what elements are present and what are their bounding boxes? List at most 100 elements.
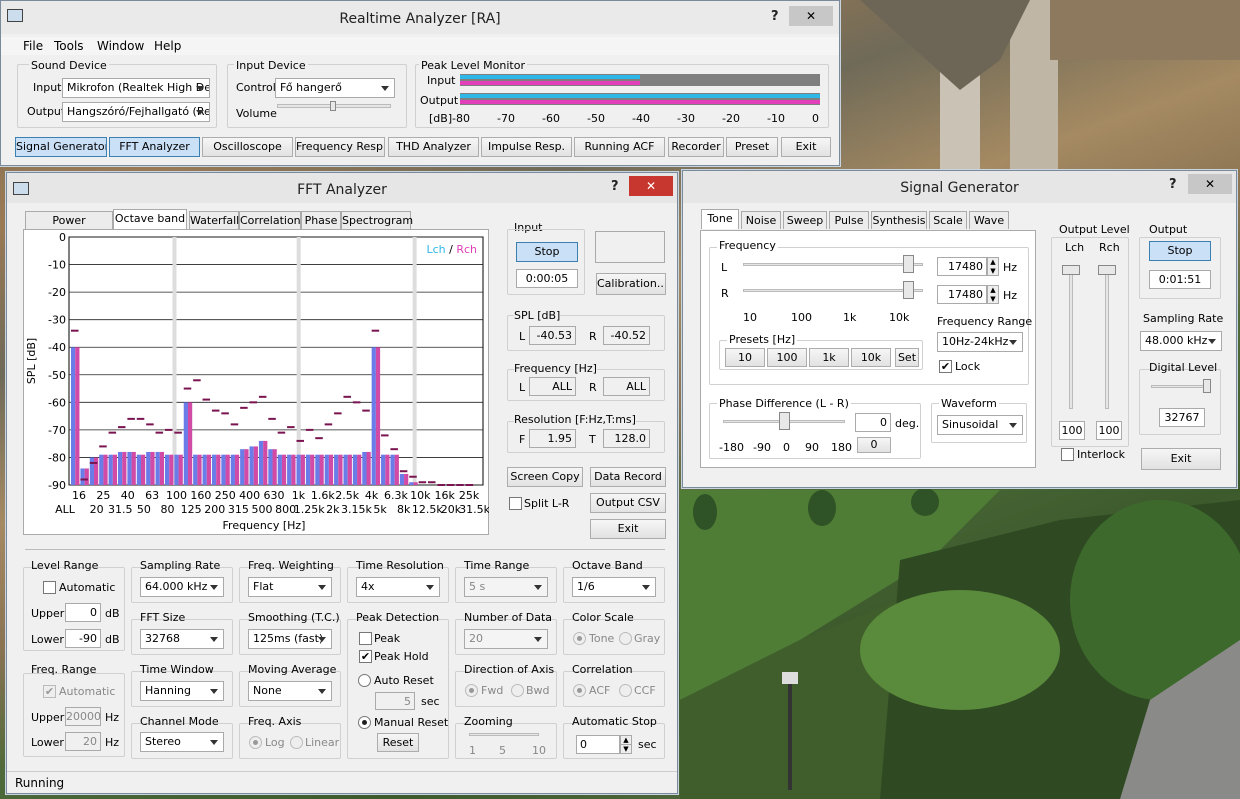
- manual-reset-radio[interactable]: [358, 716, 371, 729]
- freq-l-input[interactable]: 17480: [937, 257, 987, 276]
- peak-hold-checkbox[interactable]: ✔: [359, 650, 372, 663]
- freq-axis-log-radio[interactable]: [249, 736, 262, 749]
- freq-automatic-checkbox[interactable]: ✔: [43, 685, 56, 698]
- control-select[interactable]: Fő hangerő: [275, 78, 395, 98]
- automatic-stop-input[interactable]: 0: [576, 735, 620, 754]
- input-device-select[interactable]: Mikrofon (Realtek High De: [62, 78, 210, 98]
- fft-close-icon[interactable]: ✕: [629, 176, 673, 196]
- calibration-button[interactable]: Calibration...: [596, 273, 666, 295]
- help-icon[interactable]: ?: [771, 9, 779, 24]
- sg-exit-button[interactable]: Exit: [1141, 448, 1221, 470]
- digital-level-input[interactable]: 32767: [1159, 408, 1205, 427]
- preset-set-button[interactable]: Set: [895, 348, 919, 367]
- tab-sweep[interactable]: Sweep: [783, 211, 827, 229]
- tab-wave[interactable]: Wave: [969, 211, 1009, 229]
- fft-size-select[interactable]: 32768: [140, 629, 224, 649]
- freq-lower-input[interactable]: 20: [65, 732, 101, 751]
- tab-tone[interactable]: Tone: [701, 209, 739, 229]
- number-of-data-select[interactable]: 20: [464, 629, 548, 649]
- recorder-button[interactable]: Recorder: [668, 137, 724, 157]
- sg-close-icon[interactable]: ✕: [1188, 174, 1232, 194]
- reset-button[interactable]: Reset: [377, 733, 419, 752]
- menu-help[interactable]: Help: [154, 39, 181, 53]
- oscilloscope-button[interactable]: Oscilloscope: [202, 137, 293, 157]
- octave-band-select[interactable]: 1/6: [572, 577, 656, 597]
- channel-mode-select[interactable]: Stereo: [140, 732, 224, 752]
- freq-l-spin-icon[interactable]: ▲ ▼: [987, 257, 999, 276]
- lock-checkbox[interactable]: ✔: [939, 360, 952, 373]
- freq-r-track[interactable]: [743, 289, 923, 292]
- direction-bwd-radio[interactable]: [511, 684, 524, 697]
- rch-level-input[interactable]: 100: [1096, 421, 1122, 440]
- menu-file[interactable]: File: [23, 39, 43, 53]
- running-acf-button[interactable]: Running ACF: [574, 137, 665, 157]
- lch-level-input[interactable]: 100: [1059, 421, 1085, 440]
- digital-level-track[interactable]: [1151, 385, 1209, 388]
- sg-sampling-select[interactable]: 48.000 kHz: [1140, 331, 1222, 351]
- rch-level-track[interactable]: [1105, 267, 1109, 409]
- time-window-select[interactable]: Hanning: [140, 681, 224, 701]
- smoothing-select[interactable]: 125ms (fast): [248, 629, 332, 649]
- color-tone-radio[interactable]: [573, 632, 586, 645]
- direction-fwd-radio[interactable]: [465, 684, 478, 697]
- tab-pulse[interactable]: Pulse: [829, 211, 869, 229]
- split-lr-checkbox[interactable]: [509, 497, 522, 510]
- time-range-select[interactable]: 5 s: [464, 577, 548, 597]
- fft-title-bar[interactable]: FFT Analyzer ? ✕: [7, 173, 677, 203]
- close-icon[interactable]: ✕: [789, 6, 833, 26]
- freq-range-select[interactable]: 10Hz-24kHz: [937, 332, 1023, 352]
- data-record-button[interactable]: Data Record: [590, 467, 666, 487]
- freq-weighting-select[interactable]: Flat: [248, 577, 332, 597]
- sg-help-icon[interactable]: ?: [1169, 177, 1177, 192]
- freq-l-track[interactable]: [743, 263, 923, 266]
- preset-10-button[interactable]: 10: [725, 348, 765, 367]
- phase-input[interactable]: 0: [855, 413, 891, 432]
- exit-button[interactable]: Exit: [781, 137, 831, 157]
- tab-noise[interactable]: Noise: [741, 211, 781, 229]
- tab-correlation[interactable]: Correlation: [239, 211, 301, 229]
- tab-spectrogram[interactable]: Spectrogram: [341, 211, 413, 229]
- sg-stop-button[interactable]: Stop: [1149, 241, 1211, 261]
- output-device-select[interactable]: Hangszóró/Fejhallgató (Re: [62, 102, 210, 122]
- level-automatic-checkbox[interactable]: [43, 581, 56, 594]
- digital-level-thumb[interactable]: [1203, 379, 1211, 393]
- frequency-resp-button[interactable]: Frequency Resp.: [295, 137, 385, 157]
- tab-waterfall[interactable]: Waterfall: [189, 211, 239, 229]
- preset-button[interactable]: Preset: [726, 137, 778, 157]
- lch-level-track[interactable]: [1069, 267, 1073, 409]
- thd-analyzer-button[interactable]: THD Analyzer: [388, 137, 479, 157]
- time-resolution-select[interactable]: 4x: [356, 577, 440, 597]
- rch-level-thumb[interactable]: [1098, 265, 1116, 275]
- output-csv-button[interactable]: Output CSV: [590, 493, 666, 513]
- fft-analyzer-button[interactable]: FFT Analyzer: [109, 137, 200, 157]
- fft-help-icon[interactable]: ?: [611, 179, 619, 194]
- menu-tools[interactable]: Tools: [54, 39, 84, 53]
- waveform-select[interactable]: Sinusoidal: [937, 415, 1023, 435]
- moving-average-select[interactable]: None: [248, 681, 332, 701]
- menu-window[interactable]: Window: [97, 39, 144, 53]
- phase-zero-button[interactable]: 0: [857, 437, 891, 453]
- ra-title-bar[interactable]: Realtime Analyzer [RA] ? ✕: [1, 1, 839, 34]
- stop-button[interactable]: Stop: [516, 242, 578, 262]
- color-gray-radio[interactable]: [619, 632, 632, 645]
- volume-slider-thumb[interactable]: [330, 101, 336, 111]
- lch-level-thumb[interactable]: [1062, 265, 1080, 275]
- freq-upper-input[interactable]: 20000: [65, 707, 101, 726]
- corr-ccf-radio[interactable]: [619, 684, 632, 697]
- signal-generator-button[interactable]: Signal Generator: [15, 137, 107, 157]
- freq-axis-linear-radio[interactable]: [290, 736, 303, 749]
- interlock-checkbox[interactable]: [1061, 448, 1074, 461]
- impulse-resp-button[interactable]: Impulse Resp.: [481, 137, 572, 157]
- sg-title-bar[interactable]: Signal Generator ? ✕: [683, 171, 1236, 203]
- spin-down-icon[interactable]: ▼: [620, 744, 632, 754]
- freq-r-input[interactable]: 17480: [937, 285, 987, 304]
- level-lower-input[interactable]: -90: [65, 629, 101, 648]
- preset-10k-button[interactable]: 10k: [851, 348, 891, 367]
- preset-1k-button[interactable]: 1k: [809, 348, 849, 367]
- tab-power-spectrum[interactable]: Power Spectrum: [25, 211, 113, 244]
- freq-l-slider-thumb[interactable]: [903, 255, 914, 273]
- fft-exit-button[interactable]: Exit: [590, 519, 666, 539]
- tab-synthesis[interactable]: Synthesis: [871, 211, 927, 229]
- screen-copy-button[interactable]: Screen Copy: [507, 467, 583, 487]
- tab-octave-band[interactable]: Octave band: [113, 209, 187, 229]
